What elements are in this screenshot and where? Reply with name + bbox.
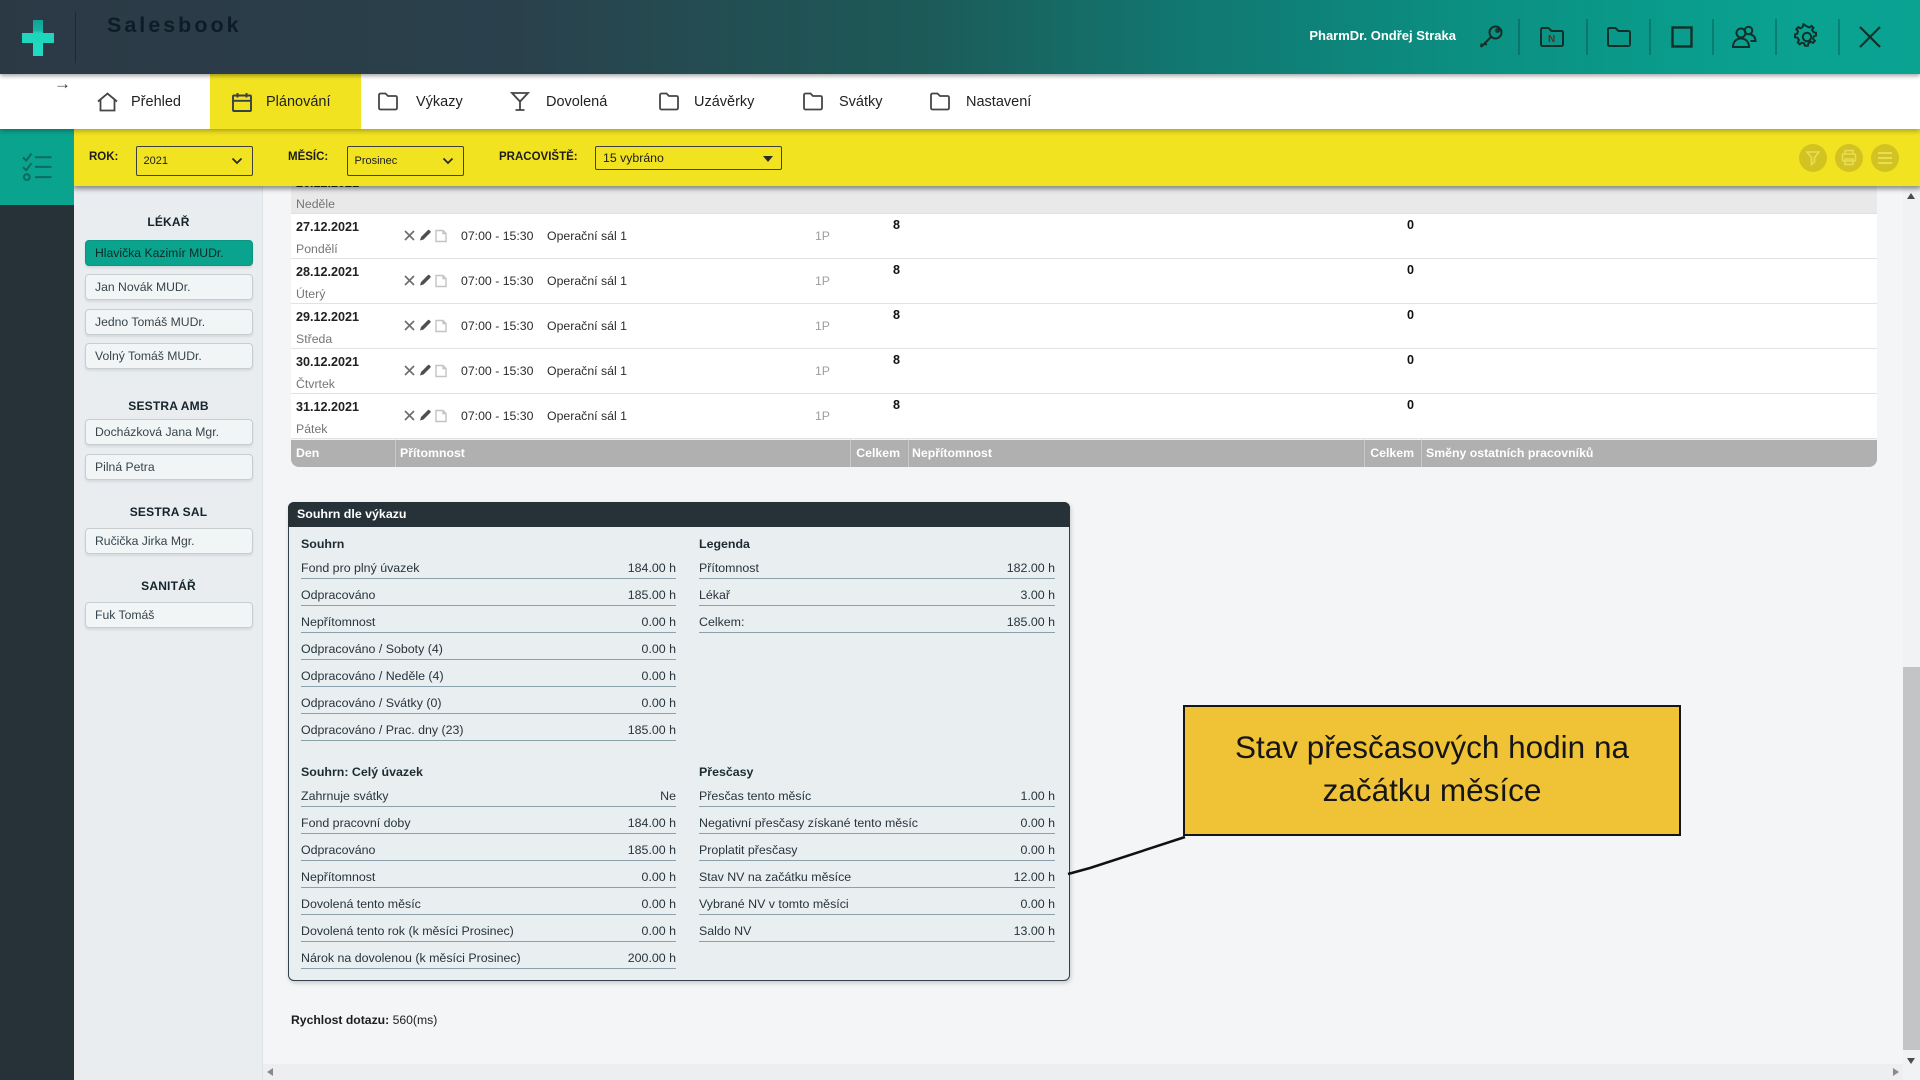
svg-text:N: N [1548, 34, 1555, 45]
